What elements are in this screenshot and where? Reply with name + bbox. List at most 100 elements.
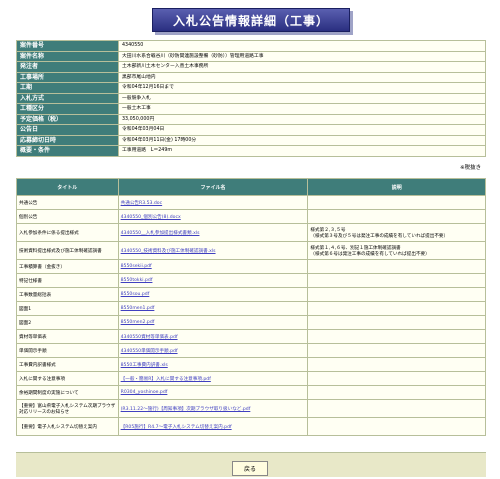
info-row: 案件名称 大田川水系合戦谷川（砂防関連施設整備（砂防））管理用道路工事 <box>16 50 486 62</box>
info-value: 33,050,000円 <box>118 113 486 125</box>
doc-title: 余裕期間制度の実施について <box>16 385 119 400</box>
doc-remarks <box>307 371 486 386</box>
doc-file-link[interactable]: 4340550単価開示手順.pdf <box>117 343 309 358</box>
doc-file-link[interactable]: (R3.11.22〜施行)【周知事項】次期ブラウザ取り扱いなど.pdf <box>117 399 309 418</box>
doc-row: 技術資料提出様式及び施工体制確認調書 4340550_技術資料及び施工体制確認調書… <box>16 241 486 260</box>
info-value: 令和04年03月04日 <box>118 124 486 136</box>
doc-file-link[interactable]: 共通公告R3.53.doc <box>117 195 309 210</box>
doc-file-link[interactable]: 8550sekii.pdf <box>117 259 309 274</box>
info-key: 工期 <box>16 82 119 94</box>
info-value: 令和04年12月16日まで <box>118 82 486 94</box>
doc-file-link[interactable]: 4340550__入札参加提出様式書類.xls <box>117 223 309 242</box>
doc-title: 【重要】富山県電子入札システム次期ブラウザ対応リリースのお知らせ <box>16 399 119 418</box>
doc-file-link[interactable]: 8550men2.pdf <box>117 315 309 330</box>
doc-remarks <box>307 287 486 302</box>
doc-title: 入札参加条件に係る提出様式 <box>16 223 119 242</box>
doc-row: 単価開示手順 4340550単価開示手順.pdf <box>16 343 486 358</box>
doc-title: 工事費内訳書様式 <box>16 357 119 372</box>
info-key: 案件名称 <box>16 50 119 62</box>
info-row: 予定価格（税） 33,050,000円 <box>16 113 486 125</box>
doc-remarks <box>307 301 486 316</box>
doc-row: 【重要】電子入札システム切替え案内 【R05施行】R4.7〜電子入札システム切替え… <box>16 417 486 436</box>
info-key: 工種区分 <box>16 103 119 115</box>
documents-table: タイトル ファイル名 説明 共通公告 共通公告R3.53.doc 個別公告 43405… <box>16 178 486 436</box>
info-key: 概要・条件 <box>16 145 119 157</box>
info-row: 工事場所 黒部市尾山地内 <box>16 71 486 83</box>
doc-title: 技術資料提出様式及び施工体制確認調書 <box>16 241 119 260</box>
doc-remarks <box>307 195 486 210</box>
docs-header-file: ファイル名 <box>117 178 309 196</box>
info-key: 発注者 <box>16 61 119 73</box>
doc-file-link[interactable]: 8550men1.pdf <box>117 301 309 316</box>
info-value: 一般土木工事 <box>118 103 486 115</box>
doc-remarks <box>307 259 486 274</box>
doc-row: 共通公告 共通公告R3.53.doc <box>16 195 486 210</box>
info-value: 4340550 <box>118 40 486 52</box>
tax-note: ※税抜き <box>460 165 482 171</box>
doc-row: 工事数量総括表 8550sou.pdf <box>16 287 486 302</box>
doc-title: 入札に関する注意事項 <box>16 371 119 386</box>
info-key: 案件番号 <box>16 40 119 52</box>
doc-title: 共通公告 <box>16 195 119 210</box>
doc-remarks <box>307 329 486 344</box>
doc-file-link[interactable]: 8550工事費内訳書.xls <box>117 357 309 372</box>
doc-row: 入札参加条件に係る提出様式 4340550__入札参加提出様式書類.xls 様式第２… <box>16 223 486 242</box>
info-key: 入札方式 <box>16 92 119 104</box>
doc-title: 【重要】電子入札システム切替え案内 <box>16 417 119 436</box>
doc-file-link[interactable]: 8550sou.pdf <box>117 287 309 302</box>
info-key: 公告日 <box>16 124 119 136</box>
project-info-table: 案件番号 4340550 案件名称 大田川水系合戦谷川（砂防関連施設整備（砂防））管理… <box>16 40 486 157</box>
info-row: 工期 令和04年12月16日まで <box>16 82 486 94</box>
doc-file-link[interactable]: 4340550資材等単価表.pdf <box>117 329 309 344</box>
docs-header-title: タイトル <box>16 178 119 196</box>
info-row: 入札方式 一般競争入札 <box>16 92 486 104</box>
doc-row: 余裕期間制度の実施について R0304_yoshinoe.pdf <box>16 385 486 400</box>
doc-row: 工事積算書（金抜き） 8550sekii.pdf <box>16 259 486 274</box>
doc-remarks <box>307 417 486 436</box>
info-row: 案件番号 4340550 <box>16 40 486 52</box>
doc-remarks <box>307 273 486 288</box>
doc-row: 資材等単価表 4340550資材等単価表.pdf <box>16 329 486 344</box>
info-value: 土木部新川土木センター入善土木事務所 <box>118 61 486 73</box>
doc-row: 工事費内訳書様式 8550工事費内訳書.xls <box>16 357 486 372</box>
back-button[interactable]: 戻る <box>232 461 268 476</box>
page-title: 入札公告情報詳細（工事） <box>152 8 350 32</box>
doc-remarks: 様式第２,３,５号 （様式第３号及び５号は発注工事の成績を有していれば提出不要） <box>307 223 486 242</box>
doc-row: 【重要】富山県電子入札システム次期ブラウザ対応リリースのお知らせ (R3.11.2… <box>16 399 486 418</box>
doc-row: 図面2 8550men2.pdf <box>16 315 486 330</box>
doc-remarks: 様式第１,４,６号、別記１施工体制確認調書 （様式第６号は発注工事の成績を有して… <box>307 241 486 260</box>
info-row: 公告日 令和04年03月04日 <box>16 124 486 136</box>
doc-title: 工事積算書（金抜き） <box>16 259 119 274</box>
doc-remarks <box>307 399 486 418</box>
doc-title: 特記仕様書 <box>16 273 119 288</box>
doc-title: 工事数量総括表 <box>16 287 119 302</box>
doc-file-link[interactable]: 8550tokki.pdf <box>117 273 309 288</box>
doc-title: 資材等単価表 <box>16 329 119 344</box>
doc-title: 個別公告 <box>16 209 119 224</box>
doc-file-link[interactable]: 【R05施行】R4.7〜電子入札システム切替え案内.pdf <box>117 417 309 436</box>
doc-file-link[interactable]: 【一般・簡易R】入札に関する注意事項.pdf <box>117 371 309 386</box>
doc-row: 入札に関する注意事項 【一般・簡易R】入札に関する注意事項.pdf <box>16 371 486 386</box>
info-row: 工種区分 一般土木工事 <box>16 103 486 115</box>
doc-remarks <box>307 343 486 358</box>
info-value: 令和04年03月11日(金) 17時00分 <box>118 134 486 146</box>
info-row: 概要・条件 工事用道路 L＝249m <box>16 145 486 157</box>
doc-remarks <box>307 209 486 224</box>
info-key: 工事場所 <box>16 71 119 83</box>
doc-title: 図面1 <box>16 301 119 316</box>
docs-header-remarks: 説明 <box>307 178 486 196</box>
doc-file-link[interactable]: 4340550_個別公告(8).docx <box>117 209 309 224</box>
doc-remarks <box>307 385 486 400</box>
info-key: 応募締切日時 <box>16 134 119 146</box>
doc-row: 特記仕様書 8550tokki.pdf <box>16 273 486 288</box>
doc-title: 単価開示手順 <box>16 343 119 358</box>
info-key: 予定価格（税） <box>16 113 119 125</box>
doc-remarks <box>307 315 486 330</box>
doc-file-link[interactable]: R0304_yoshinoe.pdf <box>117 385 309 400</box>
doc-remarks <box>307 357 486 372</box>
info-value: 一般競争入札 <box>118 92 486 104</box>
info-value: 工事用道路 L＝249m <box>118 145 486 157</box>
doc-file-link[interactable]: 4340550_技術資料及び施工体制確認調書.xls <box>117 241 309 260</box>
doc-row: 個別公告 4340550_個別公告(8).docx <box>16 209 486 224</box>
doc-row: 図面1 8550men1.pdf <box>16 301 486 316</box>
